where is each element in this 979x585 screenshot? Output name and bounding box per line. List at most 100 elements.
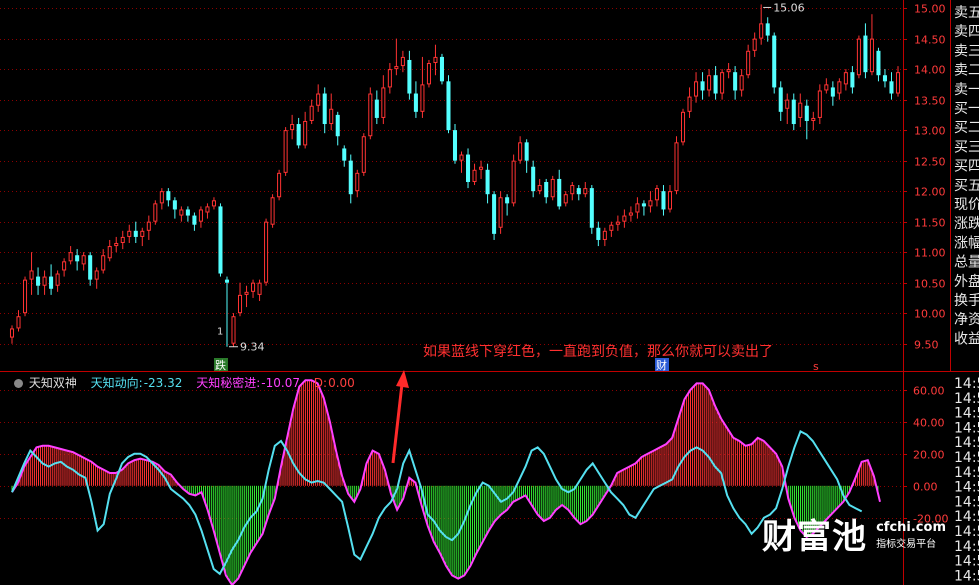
- side-time: 14:5: [954, 554, 979, 570]
- candle-body-up: [290, 124, 295, 131]
- candle-body-down: [850, 72, 855, 88]
- candle-body-up: [694, 81, 699, 97]
- candle-body-down: [882, 75, 887, 82]
- candle-body-up: [537, 185, 542, 192]
- collapse-icon[interactable]: [14, 379, 23, 388]
- indicator-tick-label: 40.00: [913, 417, 945, 430]
- side-time: 14:5: [954, 406, 979, 422]
- price-tick-label: 13.50: [914, 95, 946, 108]
- candle-body-down: [485, 169, 490, 195]
- candle-body-up: [270, 197, 275, 225]
- price-tick-label: 9.50: [914, 339, 939, 352]
- candle-body-up: [843, 72, 848, 85]
- candle-body-down: [466, 154, 471, 182]
- price-tick-label: 10.50: [914, 278, 946, 291]
- candle-body-up: [583, 188, 588, 195]
- watermark: 财富池 cfchi.com 指标交易平台: [762, 518, 946, 556]
- flag-die: 跌: [215, 358, 226, 372]
- candle-body-up: [739, 75, 744, 91]
- candle-body-up: [426, 63, 431, 85]
- candle-body-down: [49, 276, 54, 289]
- candle-body-up: [837, 81, 842, 94]
- side-time: 14:5: [954, 480, 979, 496]
- candle-body-up: [381, 87, 386, 118]
- candle-body-up: [23, 279, 28, 314]
- candle-body-down: [876, 50, 881, 76]
- indicator-legend: 天知双神 天知动向:-23.32 天知秘密进:-10.07 D:0.00: [14, 374, 359, 391]
- candle-body-down: [439, 56, 444, 82]
- candle-body-up: [81, 255, 86, 265]
- side-label: 净资: [954, 312, 979, 328]
- candle-body-up: [518, 142, 523, 161]
- candle-body-up: [198, 209, 203, 222]
- candle-body-down: [641, 203, 646, 207]
- candle-body-up: [309, 105, 314, 121]
- side-label: 换手: [954, 292, 979, 309]
- price-tick-label: 12.50: [914, 156, 946, 169]
- candle-body-up: [368, 93, 373, 137]
- indicator-tick-label: 20.00: [913, 449, 945, 462]
- candle-body-up: [817, 90, 822, 118]
- candle-body-up: [283, 130, 288, 173]
- stock-chart[interactable]: 15.00 14.50 14.00 13.50 13.00 12.50 12.00 11.50…: [0, 0, 979, 585]
- candle-body-up: [869, 38, 874, 73]
- candle-body-down: [863, 35, 868, 73]
- legend-s1-val: -23.32: [143, 376, 183, 390]
- candle-body-up: [231, 316, 236, 344]
- price-tick-label: 10.00: [914, 308, 946, 321]
- side-label: 涨幅: [954, 235, 979, 251]
- indicator-bars: [11, 380, 879, 585]
- candle-body-up: [251, 282, 256, 292]
- candle-body-down: [596, 227, 601, 240]
- arrow-shaft: [391, 383, 404, 464]
- candle-body-up: [179, 209, 184, 216]
- side-time: 14:5: [954, 509, 979, 525]
- flag-cai: 财: [656, 358, 667, 372]
- candle-body-up: [824, 84, 829, 91]
- candle-body-up: [433, 56, 438, 64]
- candlesticks: [9, 4, 901, 347]
- candle-body-up: [277, 172, 282, 198]
- side-label: 买二: [954, 120, 979, 136]
- side-time: 14:5: [954, 376, 979, 392]
- candle-body-down: [446, 81, 451, 131]
- candle-body-up: [628, 212, 633, 216]
- candle-body-down: [413, 93, 418, 112]
- watermark-brand: 财富池: [762, 517, 867, 557]
- price-tick-label: 15.00: [914, 3, 946, 16]
- side-time: 14:5: [954, 465, 979, 481]
- flag-s: s: [813, 360, 819, 373]
- candle-body-up: [667, 191, 673, 210]
- candle-body-down: [322, 93, 327, 125]
- candle-body-up: [400, 56, 405, 67]
- side-label: 买五: [954, 178, 979, 194]
- side-label: 买一: [954, 101, 979, 117]
- price-tick-label: 12.00: [914, 186, 946, 199]
- candle-body-down: [335, 114, 340, 137]
- candle-body-up: [856, 38, 861, 76]
- price-tick-label: 13.00: [914, 125, 946, 138]
- candle-body-up: [570, 185, 575, 195]
- candle-body-down: [218, 206, 223, 274]
- side-time: 14:5: [954, 391, 979, 407]
- candle-body-down: [185, 209, 190, 216]
- candle-body-up: [55, 273, 60, 286]
- candle-body-down: [88, 255, 93, 280]
- candle-body-up: [680, 111, 686, 143]
- candle-body-up: [329, 108, 334, 125]
- candle-body-up: [237, 294, 243, 314]
- candle-body-down: [524, 142, 529, 161]
- annotation-note: 如果蓝线下穿红色，一直跑到负值，那么你就可以卖出了: [423, 343, 773, 360]
- candle-body-down: [804, 105, 809, 121]
- side-label: 总量: [954, 255, 979, 271]
- candle-body-down: [772, 35, 777, 88]
- candle-body-up: [420, 84, 425, 112]
- candle-body-up: [159, 191, 164, 204]
- low-marker: 1: [217, 327, 223, 338]
- candle-body-up: [316, 93, 321, 106]
- legend-s3-val: 0.00: [328, 376, 355, 390]
- quote-side-panel: 卖五卖四卖三卖二卖一买一买二买三买四买五现价涨跌涨幅总量外盘换手净资收益 14:5…: [954, 5, 979, 584]
- candle-body-up: [387, 69, 392, 88]
- candle-body-up: [114, 243, 119, 247]
- side-label: 卖一: [954, 82, 979, 98]
